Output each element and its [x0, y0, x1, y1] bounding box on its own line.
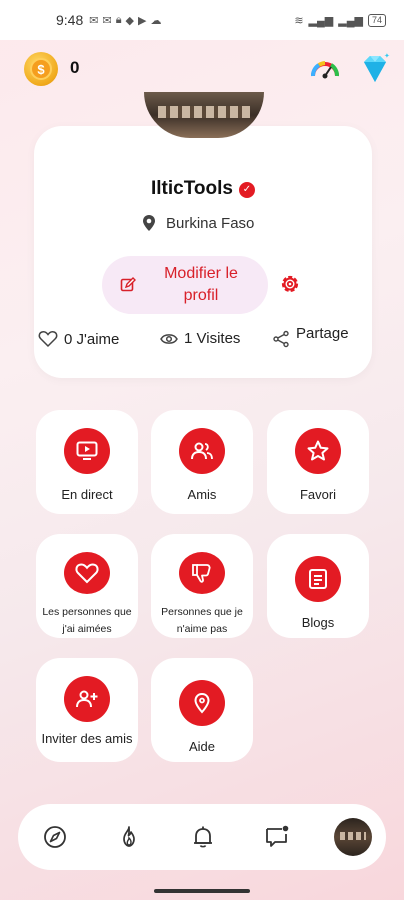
star-icon: [295, 428, 341, 474]
status-time: 9:48: [56, 12, 84, 28]
profile-stats: 0 J'aime 1 Visites Partage: [34, 325, 372, 356]
bell-icon[interactable]: [190, 824, 216, 850]
mail-icon: ✉: [89, 14, 99, 27]
location: Burkina Faso: [142, 214, 254, 232]
thumbs-down-icon: [179, 552, 225, 594]
edit-profile-label: Modifier le profil: [164, 265, 238, 304]
lock-icon: 🔒︎: [115, 13, 122, 26]
location-pin-icon: [143, 215, 155, 231]
help-icon: [179, 680, 225, 726]
battery-icon: 74: [367, 13, 386, 27]
tile-invite-friends[interactable]: Inviter des amis: [36, 658, 138, 762]
likes-count: 0 J'aime: [64, 330, 120, 348]
profile-card: IlticTools ✓ Burkina Faso Modifier le pro…: [34, 126, 372, 378]
bottom-navigation: [18, 804, 386, 870]
tile-label: Aide: [188, 739, 216, 754]
edit-profile-button[interactable]: Modifier le profil: [102, 256, 268, 314]
speedometer-icon[interactable]: [308, 52, 342, 86]
tile-label: Blogs: [301, 615, 335, 630]
tile-label: En direct: [61, 487, 113, 502]
username: IlticTools ✓: [34, 178, 372, 200]
visits-stat[interactable]: 1 Visites: [160, 330, 240, 347]
share-stat[interactable]: Partage: [272, 325, 349, 348]
cloud-icon: ☁: [150, 14, 162, 27]
edit-icon: [120, 277, 136, 292]
tile-favorites[interactable]: Favori: [267, 410, 369, 514]
username-text: IlticTools: [151, 178, 233, 199]
visits-count: 1 Visites: [184, 330, 241, 347]
blog-icon: [295, 556, 341, 602]
add-user-icon: [64, 676, 110, 722]
youtube-icon: ▶: [138, 14, 147, 27]
tile-live[interactable]: En direct: [36, 410, 138, 514]
status-bar: 9:48 ✉ ✉ 🔒︎ ◆ ▶ ☁ ≋ ▂▄▆ ▂▄▆ 74: [0, 0, 404, 40]
compass-icon[interactable]: [42, 824, 68, 850]
tile-label: Favori: [299, 487, 337, 502]
heart-icon: [64, 552, 110, 594]
heart-icon: [38, 331, 58, 348]
settings-icon[interactable]: [278, 272, 302, 296]
tile-blogs[interactable]: Blogs: [267, 534, 369, 638]
signal-icon: ▂▄▆: [308, 14, 334, 27]
diamond-icon[interactable]: ✦: [356, 50, 394, 88]
mail-icon: ✉: [102, 14, 112, 27]
play-icon: [64, 428, 110, 474]
coin-count: 0: [70, 58, 80, 77]
coin-icon[interactable]: $: [24, 52, 58, 86]
tile-friends[interactable]: Amis: [151, 410, 253, 514]
tile-people-i-liked[interactable]: Les personnes que j'ai aimées: [36, 534, 138, 638]
share-icon: [273, 330, 289, 348]
shield-icon: ◆: [125, 14, 135, 27]
profile-avatar[interactable]: [334, 818, 372, 856]
share-label: Partage: [296, 324, 349, 342]
friends-icon: [179, 428, 225, 474]
svg-text:✦: ✦: [384, 52, 390, 60]
eye-icon: [160, 333, 178, 344]
likes-stat[interactable]: 0 J'aime: [38, 330, 119, 348]
tile-help[interactable]: Aide: [151, 658, 253, 762]
tile-label: Amis: [187, 487, 217, 502]
fire-icon[interactable]: [116, 824, 142, 850]
signal-icon: ▂▄▆: [338, 14, 363, 27]
home-indicator[interactable]: [154, 889, 250, 893]
tile-label: Personnes que je n'aime pas: [161, 606, 243, 635]
verified-icon: ✓: [238, 181, 255, 198]
system-icons: ≋ ▂▄▆ ▂▄▆ 74: [294, 13, 386, 27]
tile-label: Les personnes que j'ai aimées: [42, 606, 132, 635]
wifi-icon: ≋: [294, 14, 304, 27]
location-text: Burkina Faso: [166, 214, 255, 232]
tile-label: Inviter des amis: [41, 731, 133, 746]
notification-icons: ✉ ✉ 🔒︎ ◆ ▶ ☁: [89, 14, 161, 27]
tile-people-i-dislike[interactable]: Personnes que je n'aime pas: [151, 534, 253, 638]
chat-icon[interactable]: [264, 824, 290, 850]
